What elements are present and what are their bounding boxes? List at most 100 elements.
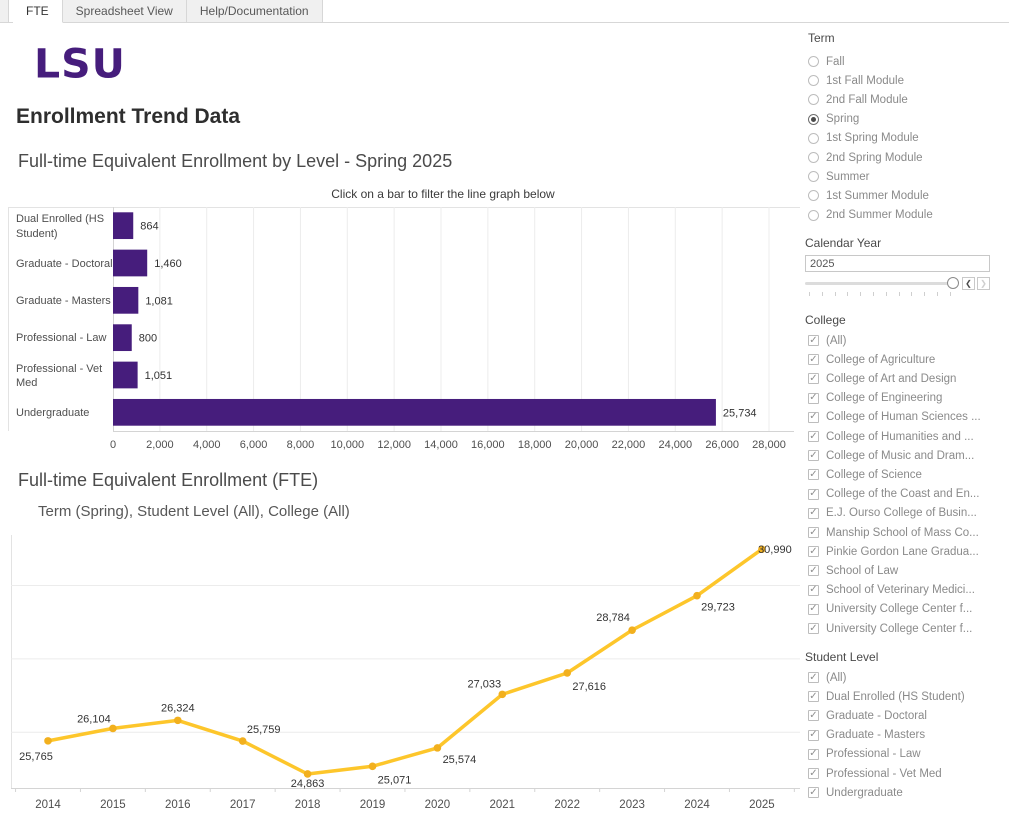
checkbox-checked-icon[interactable]: ✓: [808, 393, 819, 404]
bar-dual-enrolled-hs-student[interactable]: [113, 212, 133, 239]
term-option-1st-spring-module[interactable]: 1st Spring Module: [808, 129, 919, 148]
radio-icon[interactable]: [808, 190, 819, 201]
calendar-year-input[interactable]: [805, 255, 990, 272]
college-option-university-college-center-f[interactable]: ✓University College Center f...: [808, 600, 972, 619]
college-option-manship-school-of-mass-co[interactable]: ✓Manship School of Mass Co...: [808, 523, 979, 542]
checkbox-checked-icon[interactable]: ✓: [808, 768, 819, 779]
data-point-2019[interactable]: [369, 763, 377, 771]
data-point-2016[interactable]: [174, 717, 182, 725]
college-option-e-j-ourso-college-of-busin[interactable]: ✓E.J. Ourso College of Busin...: [808, 504, 977, 523]
term-option-2nd-summer-module[interactable]: 2nd Summer Module: [808, 206, 933, 225]
slider-prev-icon[interactable]: ❮: [962, 277, 975, 290]
bar-graduate-masters[interactable]: [113, 287, 138, 314]
bar-graduate-doctoral[interactable]: [113, 250, 147, 277]
college-option-all[interactable]: ✓ (All): [808, 331, 846, 350]
bar-chart[interactable]: 02,0004,0006,0008,00010,00012,00014,0001…: [8, 207, 802, 455]
data-point-2020[interactable]: [434, 744, 442, 752]
tab-help-documentation[interactable]: Help/Documentation: [187, 0, 323, 22]
data-point-2017[interactable]: [239, 737, 247, 745]
student-level-option-graduate-masters[interactable]: ✓Graduate - Masters: [808, 726, 925, 745]
college-option-college-of-the-coast-and-en[interactable]: ✓College of the Coast and En...: [808, 485, 979, 504]
radio-icon[interactable]: [808, 210, 819, 221]
term-option-1st-fall-module[interactable]: 1st Fall Module: [808, 71, 904, 90]
student-level-option-dual-enrolled-hs-student[interactable]: ✓Dual Enrolled (HS Student): [808, 687, 965, 706]
data-point-label: 26,104: [77, 713, 111, 725]
college-option-college-of-human-sciences[interactable]: ✓College of Human Sciences ...: [808, 408, 981, 427]
checkbox-checked-icon[interactable]: ✓: [808, 787, 819, 798]
checkbox-checked-icon[interactable]: ✓: [808, 354, 819, 365]
checkbox-checked-icon[interactable]: ✓: [808, 730, 819, 741]
student-level-option-label: Undergraduate: [826, 787, 903, 799]
radio-icon[interactable]: [808, 94, 819, 105]
data-point-2024[interactable]: [693, 592, 701, 600]
student-level-option-all[interactable]: ✓(All): [808, 668, 846, 687]
tab-spreadsheet-view[interactable]: Spreadsheet View: [63, 0, 187, 22]
checkbox-checked-icon[interactable]: ✓: [808, 691, 819, 702]
radio-icon[interactable]: [808, 75, 819, 86]
data-point-2022[interactable]: [563, 669, 571, 677]
college-option-college-of-agriculture[interactable]: ✓College of Agriculture: [808, 350, 935, 369]
radio-icon[interactable]: [808, 152, 819, 163]
college-option-college-of-humanities-and[interactable]: ✓College of Humanities and ...: [808, 427, 974, 446]
radio-icon[interactable]: [808, 171, 819, 182]
bar-professional-vet-med[interactable]: [113, 362, 138, 389]
college-option-school-of-law[interactable]: ✓School of Law: [808, 561, 898, 580]
term-option-2nd-spring-module[interactable]: 2nd Spring Module: [808, 148, 923, 167]
radio-selected-icon[interactable]: [808, 114, 819, 125]
term-option-spring[interactable]: Spring: [808, 110, 859, 129]
checkbox-checked-icon[interactable]: ✓: [808, 335, 819, 346]
term-option-1st-summer-module[interactable]: 1st Summer Module: [808, 186, 929, 205]
checkbox-checked-icon[interactable]: ✓: [808, 546, 819, 557]
checkbox-checked-icon[interactable]: ✓: [808, 749, 819, 760]
checkbox-checked-icon[interactable]: ✓: [808, 527, 819, 538]
checkbox-checked-icon[interactable]: ✓: [808, 373, 819, 384]
college-option-school-of-veterinary-medici[interactable]: ✓ School of Veterinary Medici...: [808, 581, 975, 600]
checkbox-checked-icon[interactable]: ✓: [808, 469, 819, 480]
term-option-fall[interactable]: Fall: [808, 52, 845, 71]
student-level-option-professional-law[interactable]: ✓Professional - Law: [808, 745, 921, 764]
tab-fte[interactable]: FTE: [13, 0, 63, 23]
checkbox-checked-icon[interactable]: ✓: [808, 710, 819, 721]
college-option-college-of-science[interactable]: ✓College of Science: [808, 465, 922, 484]
calendar-year-slider-track[interactable]: [805, 282, 951, 285]
student-level-option-professional-vet-med[interactable]: ✓Professional - Vet Med: [808, 764, 942, 783]
data-point-2015[interactable]: [109, 725, 117, 733]
checkbox-checked-icon[interactable]: ✓: [808, 431, 819, 442]
college-option-college-of-music-and-dram[interactable]: ✓College of Music and Dram...: [808, 446, 974, 465]
bar-professional-law[interactable]: [113, 324, 132, 351]
checkbox-checked-icon[interactable]: ✓: [808, 585, 819, 596]
radio-icon[interactable]: [808, 56, 819, 67]
data-point-2021[interactable]: [499, 691, 507, 699]
data-point-2018[interactable]: [304, 770, 312, 778]
term-option-label: Fall: [826, 56, 845, 68]
college-option-college-of-art-and-design[interactable]: ✓College of Art and Design: [808, 369, 956, 388]
x-axis-tick-label: 2021: [490, 799, 516, 811]
checkbox-checked-icon[interactable]: ✓: [808, 672, 819, 683]
bar-undergraduate[interactable]: [113, 399, 716, 426]
term-option-2nd-fall-module[interactable]: 2nd Fall Module: [808, 90, 908, 109]
college-option-university-college-center-f[interactable]: ✓University College Center f...: [808, 619, 972, 638]
checkbox-checked-icon[interactable]: ✓: [808, 623, 819, 634]
student-level-option-graduate-doctoral[interactable]: ✓Graduate - Doctoral: [808, 706, 927, 725]
data-point-2014[interactable]: [44, 737, 52, 745]
data-point-label: 25,759: [247, 724, 281, 736]
checkbox-checked-icon[interactable]: ✓: [808, 412, 819, 423]
college-option-label: School of Veterinary Medici...: [826, 584, 975, 596]
x-axis-tick-label: 24,000: [658, 439, 692, 451]
checkbox-checked-icon[interactable]: ✓: [808, 489, 819, 500]
checkbox-checked-icon[interactable]: ✓: [808, 450, 819, 461]
term-option-summer[interactable]: Summer: [808, 167, 869, 186]
student-level-option-undergraduate[interactable]: ✓ Undergraduate: [808, 783, 903, 802]
college-option-label: (All): [826, 335, 846, 347]
college-option-college-of-engineering[interactable]: ✓College of Engineering: [808, 389, 942, 408]
radio-icon[interactable]: [808, 133, 819, 144]
x-axis-tick-label: 2017: [230, 799, 256, 811]
x-axis-tick-label: 2023: [619, 799, 645, 811]
data-point-2023[interactable]: [628, 626, 636, 634]
checkbox-checked-icon[interactable]: ✓: [808, 508, 819, 519]
calendar-year-slider-handle[interactable]: [947, 277, 959, 289]
x-axis-tick-label: 2025: [749, 799, 775, 811]
checkbox-checked-icon[interactable]: ✓: [808, 565, 819, 576]
college-option-pinkie-gordon-lane-gradua[interactable]: ✓Pinkie Gordon Lane Gradua...: [808, 542, 979, 561]
checkbox-checked-icon[interactable]: ✓: [808, 604, 819, 615]
